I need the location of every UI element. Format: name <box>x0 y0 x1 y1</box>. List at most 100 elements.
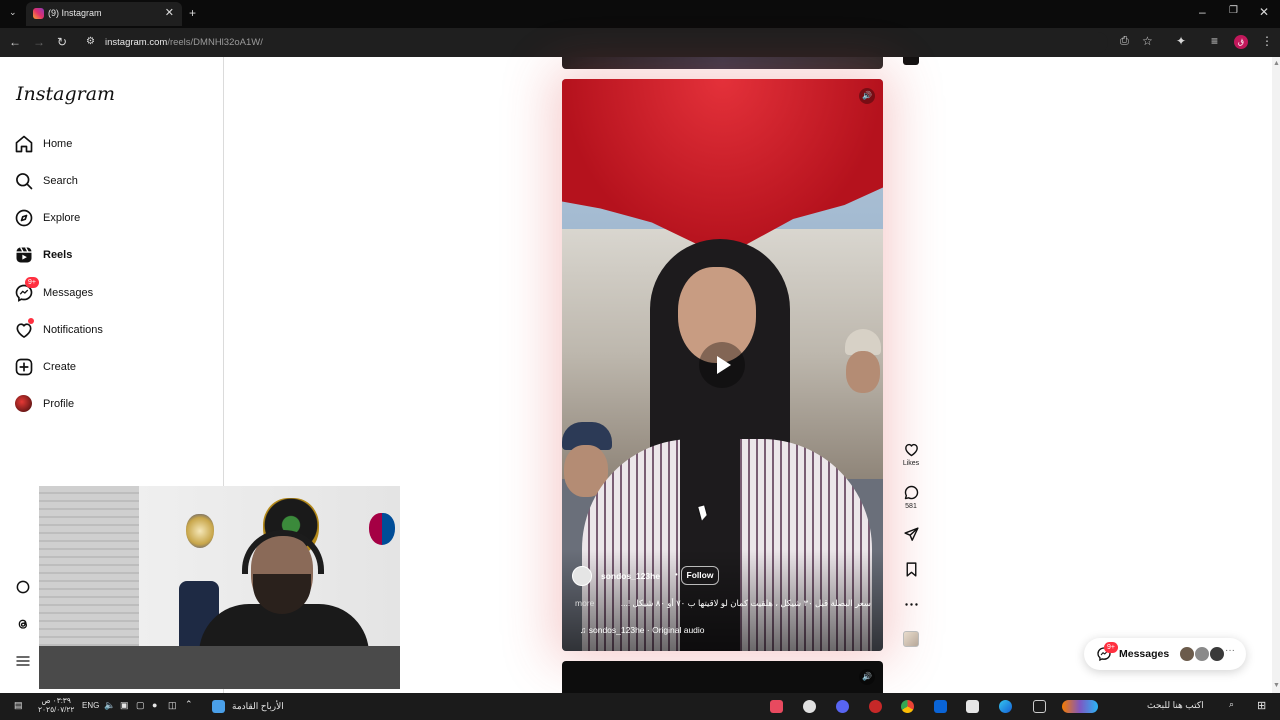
messages-pill-badge: 9+ <box>1104 642 1118 653</box>
taskbar-app-4-icon[interactable] <box>869 700 882 713</box>
reel-caption[interactable]: more سعر البصلة قبل ٣٠ شيكل ، هلقيت كمان… <box>575 598 871 608</box>
taskbar-search-icon[interactable]: ⌕ <box>1229 699 1234 710</box>
windows-taskbar: ▤ ٠٣:٣٩ ص ٢٠٢٥/٠٧/٢٢ ENG 🔈 ▣ ▢ ● ◫ ⌃ الأر… <box>0 693 1280 720</box>
taskbar-clock[interactable]: ٠٣:٣٩ ص ٢٠٢٥/٠٧/٢٢ <box>38 696 74 714</box>
save-button[interactable] <box>898 561 924 578</box>
nav-notifications-label: Notifications <box>43 324 103 336</box>
share-paper-plane-icon <box>903 527 919 541</box>
store-icon[interactable] <box>966 700 979 713</box>
bookmark-star-icon[interactable]: ☆ <box>1142 34 1153 48</box>
nav-create[interactable]: Create <box>14 353 204 383</box>
mute-toggle-icon[interactable]: 🔊 <box>859 88 875 104</box>
forward-icon[interactable]: → <box>33 35 45 49</box>
volume-icon[interactable]: 🔈 <box>104 700 115 711</box>
comments-count: 581 <box>905 503 917 510</box>
audio-label: sondos_123he · Original audio <box>588 625 705 635</box>
site-info-icon[interactable]: ⚙ <box>86 36 95 47</box>
messages-pill-label: Messages <box>1119 648 1170 660</box>
chrome-icon[interactable] <box>901 700 914 713</box>
likes-label: Likes <box>902 460 920 467</box>
reel-video[interactable]: 🔊 sondos_123he • Follow more سعر البصلة … <box>562 79 883 651</box>
browser-tab-bar: ⌄ (9) Instagram ✕ + – ❐ ✕ <box>0 0 1280 28</box>
nav-profile[interactable]: Profile <box>14 390 204 420</box>
discord-icon[interactable] <box>836 700 849 713</box>
comment-button[interactable]: 581 <box>898 484 924 510</box>
previous-reel-edge[interactable] <box>562 57 883 69</box>
caption-more-link[interactable]: more <box>575 598 594 608</box>
scroll-down-icon[interactable]: ▼ <box>1273 682 1280 689</box>
messages-badge: 9+ <box>25 277 39 288</box>
messages-floating-button[interactable]: 9+ Messages ··· <box>1084 638 1246 670</box>
nav-notifications[interactable]: Notifications <box>14 316 204 346</box>
restore-icon[interactable]: ❐ <box>1229 5 1238 16</box>
meta-ai-icon[interactable] <box>15 579 31 595</box>
original-audio-thumbnail[interactable] <box>903 631 919 647</box>
nav-search[interactable]: Search <box>14 167 204 197</box>
browser-profile-avatar[interactable]: ق <box>1234 35 1248 49</box>
threads-icon[interactable] <box>15 616 31 632</box>
instagram-logo[interactable]: Instagram <box>16 83 115 105</box>
scroll-up-icon[interactable]: ▲ <box>1273 60 1280 67</box>
reload-icon[interactable]: ↻ <box>57 35 67 49</box>
media-controls-icon[interactable]: ≡ <box>1211 34 1218 48</box>
word-doc-icon[interactable] <box>212 700 225 713</box>
back-icon[interactable]: ← <box>9 35 21 49</box>
microphone-icon[interactable]: ● <box>152 700 157 710</box>
previous-reel-rail-edge <box>903 57 919 65</box>
browser-tab-instagram[interactable]: (9) Instagram ✕ <box>26 2 182 26</box>
video-bystander-right <box>846 351 880 393</box>
nav-search-label: Search <box>43 175 78 187</box>
next-reel-edge[interactable]: 🔊 <box>562 661 883 693</box>
author-avatar[interactable] <box>572 566 592 586</box>
windows-start-icon[interactable]: ⊞ <box>1257 699 1266 712</box>
nav-messages[interactable]: 9+ Messages <box>14 277 204 309</box>
battery-icon[interactable]: ◫ <box>168 700 177 711</box>
chat-avatar-1 <box>1179 646 1195 662</box>
new-tab-icon[interactable]: + <box>189 6 196 20</box>
widgets-icon[interactable] <box>1062 700 1098 713</box>
webcam-overlay <box>39 486 400 689</box>
notification-center-icon[interactable]: ▤ <box>14 700 23 711</box>
clock-time: ٠٣:٣٩ ص <box>41 696 71 705</box>
minimize-icon[interactable]: – <box>1199 5 1206 19</box>
like-button[interactable]: Likes <box>898 441 924 467</box>
window-close-icon[interactable]: ✕ <box>1259 5 1269 19</box>
tray-overflow-icon[interactable]: ⌃ <box>185 699 193 710</box>
task-view-icon[interactable] <box>1033 700 1046 713</box>
reel-audio[interactable]: ♫ sondos_123he · Original audio <box>580 625 705 635</box>
taskbar-search-field[interactable]: اكتب هنا للبحث <box>1147 700 1204 711</box>
url-path: /reels/DMNHl32oA1W/ <box>167 37 263 48</box>
url-host: instagram.com <box>105 37 168 48</box>
more-menu-icon[interactable] <box>15 653 31 669</box>
browser-menu-icon[interactable]: ⋮ <box>1261 34 1273 48</box>
tab-search-chevron-icon[interactable]: ⌄ <box>9 7 17 18</box>
language-indicator[interactable]: ENG <box>82 701 99 710</box>
next-reel-mute-icon[interactable]: 🔊 <box>859 669 875 685</box>
edge-icon[interactable] <box>999 700 1012 713</box>
play-button[interactable] <box>699 342 745 388</box>
nav-profile-label: Profile <box>43 398 75 410</box>
profile-avatar <box>15 395 32 412</box>
install-app-icon[interactable]: ⎙ <box>1120 35 1129 48</box>
taskbar-app-1-icon[interactable] <box>770 700 783 713</box>
display-icon[interactable]: ▢ <box>136 700 145 711</box>
url-field[interactable]: ⚙ instagram.com/reels/DMNHl32oA1W/ <box>82 32 1108 53</box>
outlook-icon[interactable] <box>934 700 947 713</box>
pinned-doc-label[interactable]: الأرباح القادمة <box>232 701 284 712</box>
nav-reels[interactable]: Reels <box>14 241 204 271</box>
author-username[interactable]: sondos_123he <box>601 571 660 581</box>
extensions-icon[interactable]: ✦ <box>1176 34 1186 48</box>
taskbar-app-2-icon[interactable] <box>803 700 816 713</box>
compass-icon <box>15 209 33 227</box>
tab-close-icon[interactable]: ✕ <box>165 6 174 19</box>
share-button[interactable] <box>898 526 924 543</box>
desk <box>39 646 400 689</box>
follow-button[interactable]: Follow <box>681 566 719 585</box>
more-options-button[interactable] <box>898 596 924 613</box>
nav-explore[interactable]: Explore <box>14 204 204 234</box>
nav-home-label: Home <box>43 138 73 150</box>
nav-home[interactable]: Home <box>14 130 204 160</box>
url-text: instagram.com/reels/DMNHl32oA1W/ <box>105 37 263 48</box>
page-scrollbar[interactable] <box>1272 57 1280 693</box>
network-icon[interactable]: ▣ <box>120 700 129 711</box>
